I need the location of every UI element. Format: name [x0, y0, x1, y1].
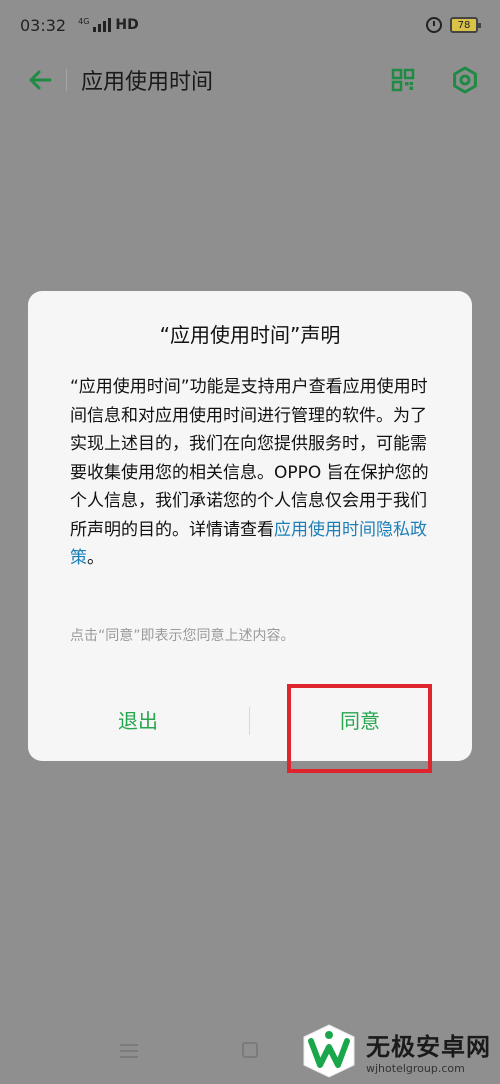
settings-gear-icon[interactable] [450, 65, 480, 95]
watermark: 无极安卓网 wjhotelgroup.com [298, 1020, 498, 1082]
hd-indicator: HD [115, 17, 139, 33]
back-arrow-icon[interactable] [20, 60, 60, 100]
page-title: 应用使用时间 [81, 70, 214, 95]
button-separator [249, 707, 250, 735]
consent-hint: 点击“同意”即表示您同意上述内容。 [70, 628, 295, 644]
alarm-icon [426, 17, 442, 33]
menu-icon[interactable] [120, 1044, 138, 1058]
battery-level: 78 [457, 19, 471, 31]
highlight-box [287, 684, 432, 773]
status-bar: 03:32 4G HD 78 [0, 0, 500, 50]
exit-button[interactable]: 退出 [78, 701, 198, 741]
network-type: 4G [78, 17, 90, 26]
home-icon[interactable] [242, 1042, 258, 1058]
watermark-url: wjhotelgroup.com [366, 1062, 465, 1075]
toolbar-divider [66, 69, 67, 91]
signal-icon: 4G [78, 17, 112, 32]
qr-code-icon[interactable] [388, 65, 418, 95]
app-toolbar: 应用使用时间 [0, 50, 500, 110]
dialog-body-text: “应用使用时间”功能是支持用户查看应用使用时间信息和对应用使用时间进行管理的软件… [70, 377, 429, 540]
status-time: 03:32 [20, 15, 67, 35]
watermark-name: 无极安卓网 [366, 1033, 491, 1061]
dialog-body: “应用使用时间”功能是支持用户查看应用使用时间信息和对应用使用时间进行管理的软件… [70, 373, 432, 573]
dialog-body-end: 。 [87, 548, 104, 568]
watermark-logo-icon [303, 1024, 355, 1078]
dialog-title: “应用使用时间”声明 [159, 323, 341, 347]
battery-icon: 78 [450, 17, 481, 33]
